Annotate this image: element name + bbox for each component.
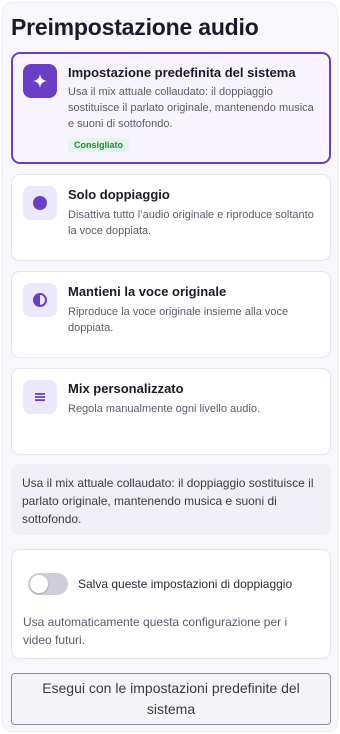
save-settings-description: Usa automaticamente questa configurazion… (23, 615, 288, 647)
recommended-badge: Consigliato (68, 138, 129, 152)
option-description: Usa il mix attuale collaudato: il doppia… (68, 86, 314, 130)
option-description: Regola manualmente ogni livello audio. (68, 403, 261, 415)
option-card-keep-original-voice[interactable]: Mantieni la voce originale Riproduce la … (11, 271, 331, 358)
option-icon-box (23, 186, 57, 220)
audio-preset-panel: Preimpostazione audio Impostazione prede… (2, 2, 338, 732)
option-card-system-default[interactable]: Impostazione predefinita del sistema Usa… (11, 52, 331, 164)
half-circle-icon (33, 293, 47, 307)
page-title: Preimpostazione audio (11, 14, 259, 40)
save-settings-toggle[interactable] (28, 573, 68, 595)
option-card-dub-only[interactable]: Solo doppiaggio Disattiva tutto l’audio … (11, 174, 331, 261)
toggle-knob (30, 575, 48, 593)
sparkle-icon (33, 74, 47, 88)
option-icon-box (23, 380, 57, 414)
option-description: Riproduce la voce originale insieme alla… (68, 306, 289, 334)
save-settings-card: Salva queste impostazioni di doppiaggio … (11, 549, 331, 659)
save-settings-label: Salva queste impostazioni di doppiaggio (78, 577, 293, 591)
dot-icon (33, 196, 47, 210)
option-icon-box (23, 64, 57, 98)
option-icon-box (23, 283, 57, 317)
option-card-custom-mix[interactable]: Mix personalizzato Regola manualmente og… (11, 368, 331, 455)
preset-summary: Usa il mix attuale collaudato: il doppia… (11, 464, 331, 535)
run-with-defaults-button[interactable]: Esegui con le impostazioni predefinite d… (11, 673, 331, 725)
option-title: Mantieni la voce originale (68, 284, 227, 299)
list-icon (35, 393, 45, 401)
option-title: Solo doppiaggio (68, 187, 170, 202)
option-description: Disattiva tutto l’audio originale e ripr… (68, 209, 314, 237)
option-title: Mix personalizzato (68, 381, 184, 396)
option-title: Impostazione predefinita del sistema (68, 65, 296, 80)
